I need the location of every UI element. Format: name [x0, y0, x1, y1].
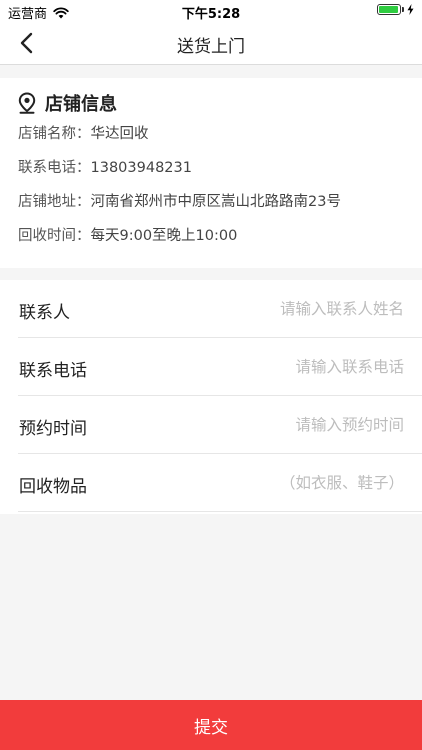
- recycle-items-row: 回收物品: [0, 454, 422, 512]
- contact-name-label: 联系人: [19, 303, 70, 323]
- divider: [18, 511, 422, 512]
- recycle-items-label: 回收物品: [19, 477, 87, 497]
- status-right: [377, 4, 414, 15]
- store-name-value: 华达回收: [90, 126, 149, 142]
- store-address-value: 河南省郑州市中原区嵩山北路路南23号: [90, 194, 341, 210]
- store-name-label: 店铺名称：: [18, 126, 91, 142]
- store-phone-row: 联系电话：13803948231: [18, 156, 192, 177]
- page-title: 送货上门: [177, 37, 245, 57]
- store-phone-label: 联系电话：: [18, 160, 91, 176]
- location-pin-icon: [18, 92, 36, 114]
- store-info-header: 店铺信息: [18, 90, 117, 116]
- appointment-time-label: 预约时间: [19, 419, 87, 439]
- contact-phone-input[interactable]: [174, 350, 404, 384]
- status-bar: 运营商 下午5:28: [0, 0, 422, 22]
- charging-bolt-icon: [407, 4, 414, 15]
- store-hours-label: 回收时间：: [18, 228, 91, 244]
- submit-button[interactable]: 提交: [0, 700, 422, 750]
- battery-level: [379, 6, 398, 13]
- screen: 运营商 下午5:28 送货上门 店铺信息 店铺名称：华达回收 联系电话：1380…: [0, 0, 422, 750]
- contact-phone-row: 联系电话: [0, 338, 422, 396]
- delivery-form: 联系人 联系电话 预约时间 回收物品: [0, 280, 422, 514]
- store-hours-value: 每天9:00至晚上10:00: [90, 228, 238, 244]
- recycle-items-input[interactable]: [174, 466, 404, 500]
- battery-tip: [402, 7, 404, 12]
- appointment-time-input[interactable]: [174, 408, 404, 442]
- store-address-label: 店铺地址：: [18, 194, 91, 210]
- status-time: 下午5:28: [181, 7, 241, 22]
- store-name-row: 店铺名称：华达回收: [18, 122, 149, 143]
- store-address-row: 店铺地址：河南省郑州市中原区嵩山北路路南23号: [18, 190, 341, 211]
- store-info-card: 店铺信息 店铺名称：华达回收 联系电话：13803948231 店铺地址：河南省…: [0, 78, 422, 268]
- store-hours-row: 回收时间：每天9:00至晚上10:00: [18, 224, 237, 245]
- battery-icon: [377, 4, 401, 15]
- store-info-title: 店铺信息: [45, 94, 117, 115]
- contact-name-row: 联系人: [0, 280, 422, 338]
- contact-name-input[interactable]: [174, 292, 404, 326]
- store-phone-value: 13803948231: [90, 160, 192, 176]
- contact-phone-label: 联系电话: [19, 361, 87, 381]
- appointment-time-row: 预约时间: [0, 396, 422, 454]
- nav-bar: 送货上门: [0, 22, 422, 65]
